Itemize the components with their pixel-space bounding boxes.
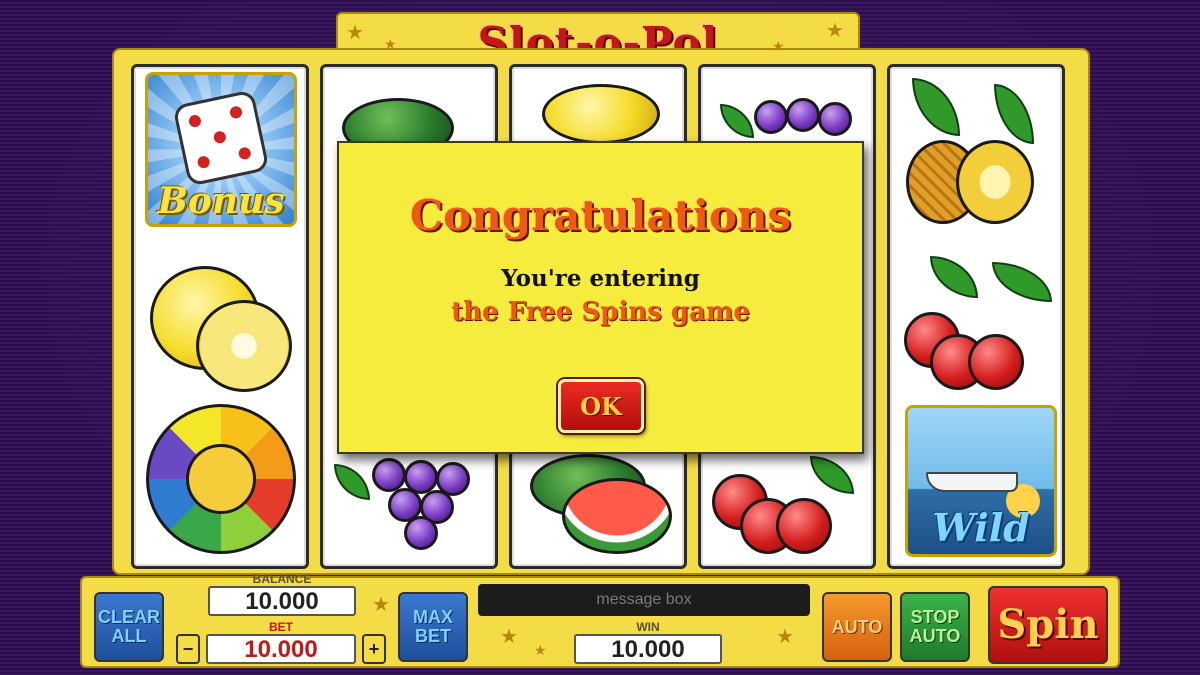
dialog-message-line1: You're entering bbox=[501, 265, 700, 292]
spin-button[interactable]: Spin bbox=[988, 586, 1108, 664]
bonus-label: Bonus bbox=[157, 180, 285, 222]
wild-label: Wild bbox=[932, 505, 1030, 550]
dice-pip bbox=[196, 155, 211, 170]
star-decoration: ★ bbox=[826, 18, 844, 42]
free-spins-dialog: Congratulations You're entering the Free… bbox=[337, 141, 864, 454]
grape-symbol bbox=[786, 98, 820, 132]
clear-all-button[interactable]: CLEAR ALL bbox=[94, 592, 164, 662]
star-decoration: ★ bbox=[534, 643, 547, 659]
bet-label: BET bbox=[269, 620, 293, 634]
lemon-half-symbol bbox=[196, 300, 292, 392]
star-decoration: ★ bbox=[772, 39, 785, 55]
cherry-symbol bbox=[776, 498, 832, 554]
stop-auto-button[interactable]: STOP AUTO bbox=[900, 592, 970, 662]
dice-pip bbox=[187, 113, 203, 129]
win-label: WIN bbox=[636, 620, 660, 634]
star-decoration: ★ bbox=[384, 37, 397, 53]
lemon-slice-symbol bbox=[542, 84, 660, 144]
bet-increase-button[interactable]: + bbox=[362, 634, 386, 664]
dice-pip bbox=[228, 105, 244, 120]
balance-label: BALANCE bbox=[252, 572, 312, 586]
star-decoration: ★ bbox=[776, 624, 794, 648]
ok-button[interactable]: OK bbox=[558, 379, 644, 433]
balance-value: 10.000 bbox=[208, 586, 356, 616]
star-decoration: ★ bbox=[500, 624, 518, 648]
max-bet-button[interactable]: MAX BET bbox=[398, 592, 468, 662]
dice-icon bbox=[172, 89, 270, 187]
bet-value: 10.000 bbox=[206, 634, 356, 664]
star-decoration: ★ bbox=[346, 20, 364, 44]
grape-symbol bbox=[372, 458, 406, 492]
star-decoration: ★ bbox=[372, 592, 390, 616]
message-box: message box bbox=[478, 584, 810, 616]
cruise-ship-icon bbox=[926, 472, 1018, 492]
dialog-title: Congratulations bbox=[409, 191, 792, 240]
auto-button[interactable]: AUTO bbox=[822, 592, 892, 662]
pineapple-half-symbol bbox=[956, 140, 1034, 224]
bonus-symbol: Bonus bbox=[145, 72, 297, 227]
dialog-message-line2: the Free Spins game bbox=[451, 297, 750, 327]
watermelon-slice-symbol bbox=[562, 478, 672, 554]
bet-decrease-button[interactable]: − bbox=[176, 634, 200, 664]
grape-symbol bbox=[818, 102, 852, 136]
cherry-symbol bbox=[968, 334, 1024, 390]
grape-symbol bbox=[404, 516, 438, 550]
wild-symbol: Wild bbox=[905, 405, 1057, 557]
win-value: 10.000 bbox=[574, 634, 722, 664]
dice-pip bbox=[212, 130, 227, 145]
dice-pip bbox=[237, 146, 252, 161]
grape-symbol bbox=[754, 100, 788, 134]
wheel-hub-icon bbox=[186, 444, 256, 514]
